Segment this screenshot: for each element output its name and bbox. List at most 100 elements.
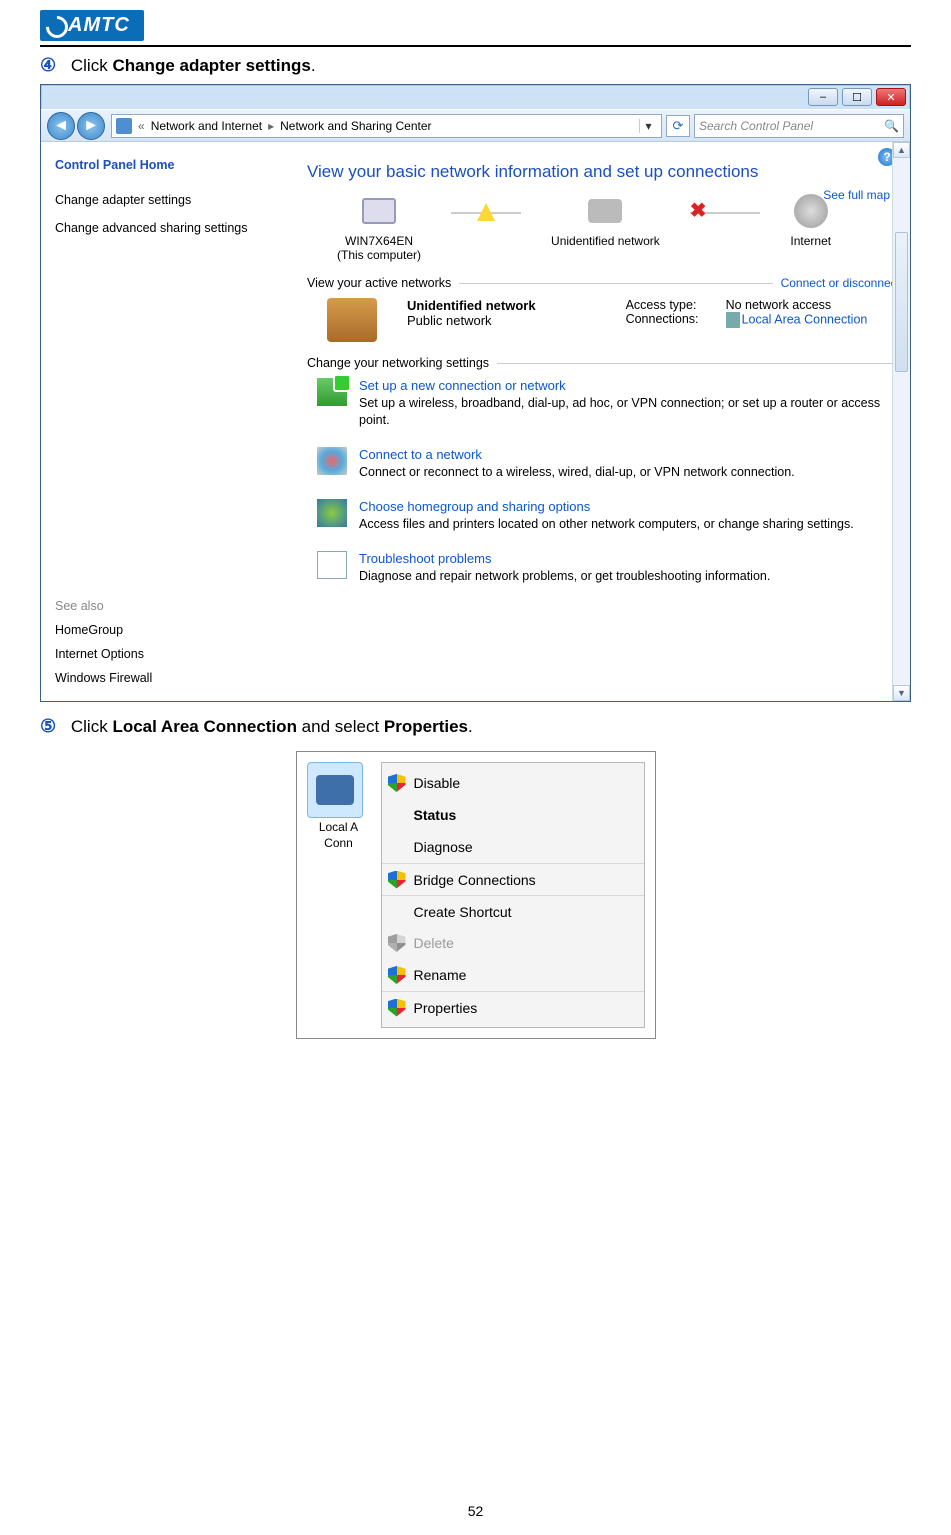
ns-connect-network[interactable]: Connect to a network Connect or reconnec…: [317, 447, 900, 481]
ctx-shortcut[interactable]: Create Shortcut: [382, 895, 644, 927]
nav-forward-button[interactable]: ►: [77, 112, 105, 140]
public-network-label: Public network: [407, 313, 536, 328]
breadcrumb-icon: [116, 118, 132, 134]
warning-icon: [477, 203, 495, 221]
step-4-suffix: .: [311, 56, 316, 75]
window-body: Control Panel Home Change adapter settin…: [41, 141, 910, 701]
unidentified-network-title: Unidentified network: [407, 298, 536, 313]
sidebar-change-adapter-link[interactable]: Change adapter settings: [55, 192, 257, 208]
step-4: ④ Click Change adapter settings.: [40, 55, 911, 76]
scroll-thumb[interactable]: [895, 232, 908, 372]
ns-connect-network-title: Connect to a network: [359, 447, 795, 462]
ns-troubleshoot-title: Troubleshoot problems: [359, 551, 770, 566]
map-node-internet-label: Internet: [790, 234, 832, 248]
ns-setup-connection-title: Set up a new connection or network: [359, 378, 900, 393]
map-node-network: Unidentified network: [551, 192, 660, 248]
step-5-num: ⑤: [40, 716, 56, 736]
brand-logo: AMTC: [40, 10, 144, 41]
ctx-disable[interactable]: Disable: [382, 767, 644, 799]
vertical-scrollbar[interactable]: ▲ ▼: [892, 142, 910, 701]
map-node-computer-label: WIN7X64EN: [337, 234, 421, 248]
x-icon: ✖: [690, 198, 760, 223]
step-5-suffix: .: [468, 717, 473, 736]
step-5-prefix: Click: [71, 717, 113, 736]
sidebar-change-sharing-link[interactable]: Change advanced sharing settings: [55, 220, 257, 236]
ns-connect-network-desc: Connect or reconnect to a wireless, wire…: [359, 464, 795, 481]
breadcrumb-dropdown-icon[interactable]: ▾: [639, 119, 657, 133]
adapter-icon: [307, 762, 363, 818]
ctx-bridge[interactable]: Bridge Connections: [382, 863, 644, 895]
page-number: 52: [468, 1503, 484, 1519]
nav-back-button[interactable]: ◄: [47, 112, 75, 140]
main-pane: ? View your basic network information an…: [271, 142, 910, 701]
ns-setup-connection-desc: Set up a wireless, broadband, dial-up, a…: [359, 395, 900, 429]
window-titlebar: – ☐ ✕: [41, 85, 910, 109]
ctx-properties[interactable]: Properties: [382, 991, 644, 1023]
sidebar-firewall-link[interactable]: Windows Firewall: [55, 671, 257, 685]
breadcrumb-arrow-icon: ▸: [268, 119, 274, 133]
breadcrumb-item-1[interactable]: Network and Internet: [151, 119, 262, 133]
ns-homegroup-title: Choose homegroup and sharing options: [359, 499, 854, 514]
map-node-computer-sub: (This computer): [337, 248, 421, 262]
map-node-internet: Internet: [790, 192, 832, 248]
nic-icon: [726, 312, 740, 328]
shield-icon: [388, 999, 406, 1017]
search-placeholder: Search Control Panel: [699, 119, 813, 133]
troubleshoot-icon: [317, 551, 347, 579]
map-line-1: [451, 212, 521, 214]
window-navbar: ◄ ► « Network and Internet ▸ Network and…: [41, 109, 910, 141]
ctx-delete: Delete: [382, 927, 644, 959]
separator: [497, 363, 892, 364]
sidebar-internet-options-link[interactable]: Internet Options: [55, 647, 257, 661]
ns-troubleshoot-desc: Diagnose and repair network problems, or…: [359, 568, 770, 585]
ns-homegroup[interactable]: Choose homegroup and sharing options Acc…: [317, 499, 900, 533]
shield-icon: [388, 774, 406, 792]
scroll-down-button[interactable]: ▼: [893, 685, 910, 701]
window-close-button[interactable]: ✕: [876, 88, 906, 106]
context-menu: Disable Status Diagnose Bridge Connectio…: [381, 762, 645, 1028]
access-info: Access type:No network access Connection…: [626, 298, 868, 342]
breadcrumb-sep-icon: «: [138, 119, 145, 133]
access-type-value: No network access: [726, 298, 832, 312]
step-4-num: ④: [40, 55, 56, 75]
change-network-settings-label: Change your networking settings: [307, 356, 900, 370]
step-5-bold2: Properties: [384, 717, 468, 736]
step-5-bold1: Local Area Connection: [112, 717, 297, 736]
ctx-rename[interactable]: Rename: [382, 959, 644, 991]
map-node-network-label: Unidentified network: [551, 234, 660, 248]
main-heading: View your basic network information and …: [307, 162, 900, 182]
breadcrumb-item-2[interactable]: Network and Sharing Center: [280, 119, 431, 133]
breadcrumb[interactable]: « Network and Internet ▸ Network and Sha…: [111, 114, 662, 138]
homegroup-icon: [317, 499, 347, 527]
control-panel-home-link[interactable]: Control Panel Home: [55, 158, 257, 172]
ns-troubleshoot[interactable]: Troubleshoot problems Diagnose and repai…: [317, 551, 900, 585]
context-menu-figure: Local A Conn Disable Status Diagnose Bri…: [296, 751, 656, 1039]
scroll-up-button[interactable]: ▲: [893, 142, 910, 158]
ctx-diagnose[interactable]: Diagnose: [382, 831, 644, 863]
bench-icon: [327, 298, 377, 342]
network-settings-list: Set up a new connection or network Set u…: [317, 378, 900, 584]
search-input[interactable]: Search Control Panel 🔍: [694, 114, 904, 138]
setup-connection-icon: [317, 378, 347, 406]
connections-label: Connections:: [626, 312, 714, 328]
adapter-label-2: Conn: [307, 836, 371, 850]
ns-setup-connection[interactable]: Set up a new connection or network Set u…: [317, 378, 900, 429]
window-max-button[interactable]: ☐: [842, 88, 872, 106]
separator: [459, 283, 772, 284]
window-min-button[interactable]: –: [808, 88, 838, 106]
selected-adapter[interactable]: Local A Conn: [307, 762, 371, 1028]
logo-bar: AMTC: [40, 10, 911, 47]
refresh-button[interactable]: ⟳: [666, 115, 690, 137]
ctx-status[interactable]: Status: [382, 799, 644, 831]
see-also-header: See also: [55, 599, 257, 613]
network-map: WIN7X64EN (This computer) Unidentified n…: [337, 192, 900, 262]
map-line-2: ✖: [690, 212, 760, 214]
step-5-mid: and select: [297, 717, 384, 736]
sidebar-homegroup-link[interactable]: HomeGroup: [55, 623, 257, 637]
local-area-connection-link[interactable]: Local Area Connection: [742, 312, 868, 326]
shield-icon: [388, 966, 406, 984]
active-network-row: Unidentified network Public network Acce…: [327, 298, 900, 342]
map-node-computer: WIN7X64EN (This computer): [337, 192, 421, 262]
step-4-bold: Change adapter settings: [112, 56, 310, 75]
connect-disconnect-link[interactable]: Connect or disconnect: [781, 276, 900, 290]
